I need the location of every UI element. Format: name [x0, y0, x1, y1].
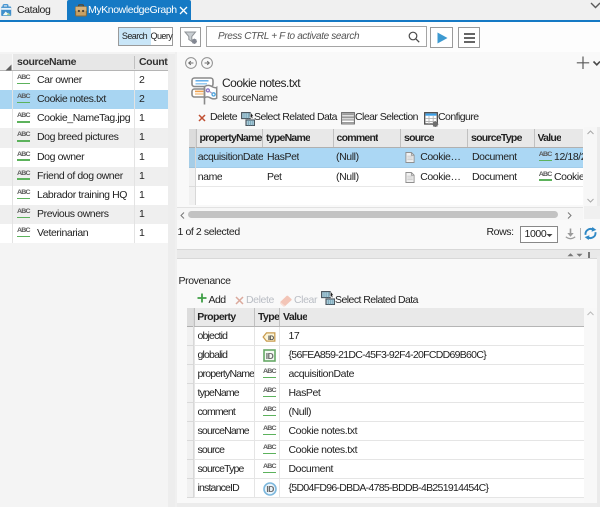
svg-text:ID: ID	[266, 351, 274, 361]
svg-text:ID: ID	[268, 334, 274, 341]
svg-text:ID: ID	[266, 484, 274, 494]
